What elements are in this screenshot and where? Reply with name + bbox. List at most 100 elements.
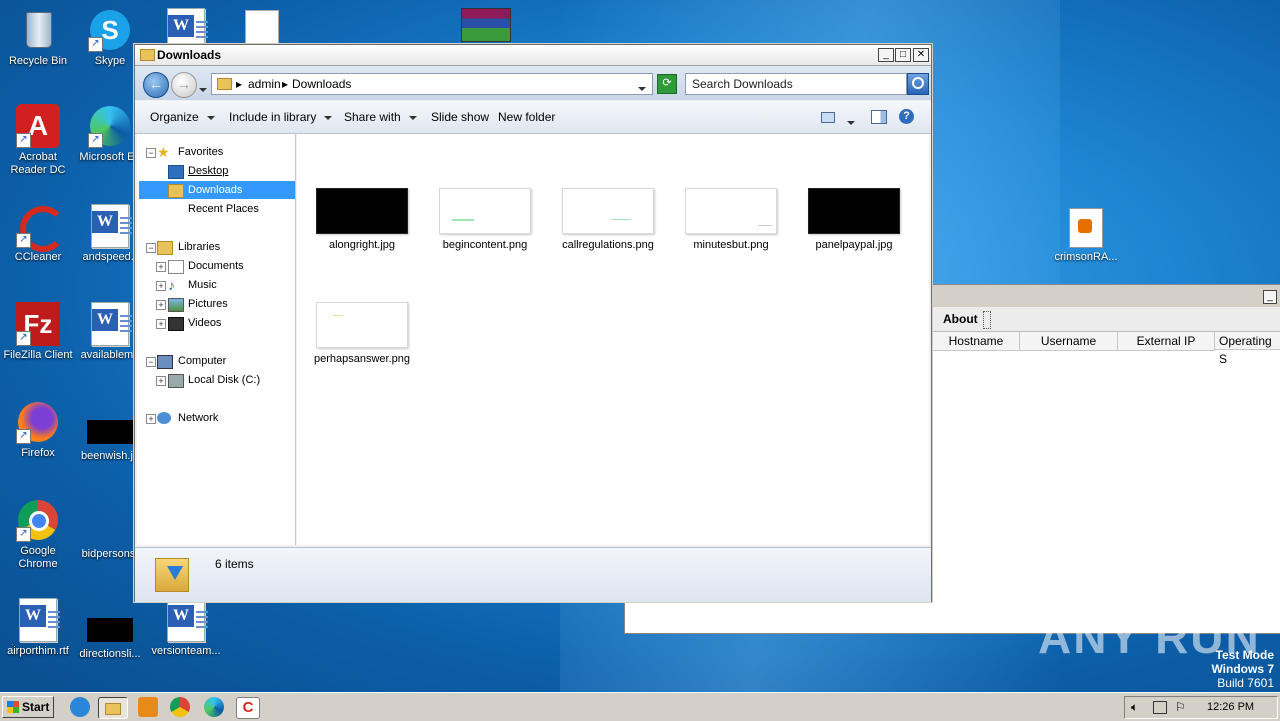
nav-computer[interactable]: Computer xyxy=(178,355,226,367)
column-hostname[interactable]: Hostname xyxy=(933,332,1020,351)
desktop-icon-label: airporthim.rtf xyxy=(7,645,69,657)
share-with-button[interactable]: Share with xyxy=(344,110,417,124)
change-view-icon[interactable] xyxy=(821,112,835,123)
tab-about[interactable]: About xyxy=(943,312,978,326)
forward-button[interactable]: → xyxy=(171,72,197,98)
desktop-icon-filezilla[interactable]: Fz ↗ FileZilla Client xyxy=(0,302,76,362)
preview-pane-icon[interactable] xyxy=(871,110,887,124)
nav-desktop[interactable]: Desktop xyxy=(188,165,228,177)
expand-music-icon[interactable]: + xyxy=(156,281,166,291)
nav-local-disk[interactable]: Local Disk (C:) xyxy=(188,374,260,386)
volume-icon[interactable]: 🔈︎ xyxy=(1131,700,1138,715)
nav-libraries[interactable]: Libraries xyxy=(178,241,220,253)
file-item[interactable]: minutesbut.png xyxy=(676,188,786,252)
search-placeholder: Search Downloads xyxy=(692,77,793,91)
file-item[interactable]: panelpaypal.jpg xyxy=(799,188,909,252)
expand-pictures-icon[interactable]: + xyxy=(156,300,166,310)
image-thumbnail-icon xyxy=(87,618,133,642)
maximize-button[interactable]: □ xyxy=(895,48,911,62)
downloads-folder-icon xyxy=(168,184,184,198)
explorer-taskbar-button[interactable] xyxy=(98,697,128,719)
search-input[interactable]: Search Downloads xyxy=(685,73,907,95)
collapse-libraries-icon[interactable]: − xyxy=(146,243,156,253)
breadcrumb-admin[interactable]: admin xyxy=(248,77,281,91)
nav-music[interactable]: Music xyxy=(188,279,217,291)
desktop-icon-directionsli[interactable]: directionsli... xyxy=(72,608,148,661)
nav-documents[interactable]: Documents xyxy=(188,260,244,272)
explorer-titlebar[interactable]: Downloads _ □ ✕ xyxy=(135,45,931,66)
expand-videos-icon[interactable]: + xyxy=(156,319,166,329)
desktop-icon-label: versionteam... xyxy=(151,645,221,657)
nav-recent-places[interactable]: Recent Places xyxy=(188,203,259,215)
app-tab-bar: About xyxy=(933,307,1280,332)
file-item[interactable]: perhapsanswer.png xyxy=(307,302,417,366)
edge-taskbar-icon[interactable] xyxy=(204,697,224,717)
desktop-icon-crimsonra[interactable]: crimsonRA... xyxy=(1048,208,1124,264)
internet-explorer-icon[interactable] xyxy=(70,697,90,717)
refresh-icon[interactable]: ⟳ xyxy=(657,74,677,94)
collapse-favorites-icon[interactable]: − xyxy=(146,148,156,158)
chrome-taskbar-icon[interactable] xyxy=(170,697,190,717)
explorer-window[interactable]: Downloads _ □ ✕ ← → ▸ admin ▸ Downloads … xyxy=(134,44,932,602)
address-bar[interactable]: ▸ admin ▸ Downloads xyxy=(211,73,653,95)
column-operating-system[interactable]: Operating S xyxy=(1215,332,1280,366)
nav-videos[interactable]: Videos xyxy=(188,317,221,329)
media-player-icon[interactable] xyxy=(138,697,158,717)
desktop-icon-firefox[interactable]: ↗ Firefox xyxy=(0,400,76,460)
slide-show-button[interactable]: Slide show xyxy=(431,110,489,124)
documents-icon xyxy=(168,260,184,274)
help-icon[interactable]: ? xyxy=(899,109,914,124)
minimize-button[interactable]: _ xyxy=(1263,290,1277,304)
breadcrumb-downloads[interactable]: Downloads xyxy=(292,77,351,91)
desktop-icon-winrar[interactable] xyxy=(448,8,524,45)
file-name: begincontent.png xyxy=(442,239,528,251)
column-username[interactable]: Username xyxy=(1020,332,1118,351)
libraries-icon xyxy=(157,241,173,255)
desktop-icon-airporthim[interactable]: W airporthim.rtf xyxy=(0,598,76,658)
chevron-down-icon[interactable] xyxy=(199,82,207,96)
flag-icon[interactable]: ⚐ xyxy=(1175,700,1186,714)
java-file-icon xyxy=(1069,208,1103,248)
file-list[interactable]: alongright.jpg begincontent.png callregu… xyxy=(297,134,929,545)
acrobat-icon: A ↗ xyxy=(16,104,60,148)
breadcrumb-separator-icon[interactable]: ▸ xyxy=(236,77,242,91)
nav-downloads[interactable]: Downloads xyxy=(188,184,242,196)
view-dropdown-icon[interactable] xyxy=(847,115,855,129)
minimize-button[interactable]: _ xyxy=(878,48,894,62)
expand-network-icon[interactable]: + xyxy=(146,414,156,424)
desktop-icon-acrobat[interactable]: A ↗ Acrobat Reader DC xyxy=(0,104,76,177)
network-icon xyxy=(157,412,171,424)
collapse-computer-icon[interactable]: − xyxy=(146,357,156,367)
expand-local-disk-icon[interactable]: + xyxy=(156,376,166,386)
file-item[interactable]: begincontent.png xyxy=(430,188,540,252)
breadcrumb-separator-icon[interactable]: ▸ xyxy=(282,77,288,91)
word-document-icon: W xyxy=(91,204,132,248)
expand-documents-icon[interactable]: + xyxy=(156,262,166,272)
new-folder-button[interactable]: New folder xyxy=(498,110,555,124)
file-item[interactable]: alongright.jpg xyxy=(307,188,417,252)
desktop-icon-top-word[interactable]: W xyxy=(148,8,224,49)
nav-network[interactable]: Network xyxy=(178,412,218,424)
include-in-library-button[interactable]: Include in library xyxy=(229,110,333,124)
ccleaner-taskbar-icon[interactable]: C xyxy=(236,697,260,719)
nav-favorites[interactable]: Favorites xyxy=(178,146,223,158)
nav-pictures[interactable]: Pictures xyxy=(188,298,228,310)
column-external-ip[interactable]: External IP xyxy=(1118,332,1215,351)
desktop-icon-recycle-bin[interactable]: Recycle Bin xyxy=(0,8,76,68)
navigation-pane[interactable]: − ★ Favorites Desktop Downloads Recent P… xyxy=(137,134,296,545)
file-item[interactable]: callregulations.png xyxy=(553,188,663,252)
clock[interactable]: 12:26 PM xyxy=(1207,701,1254,713)
organize-button[interactable]: Organize xyxy=(150,110,215,124)
start-button[interactable]: Start xyxy=(2,696,54,718)
search-icon[interactable] xyxy=(907,73,929,95)
close-button[interactable]: ✕ xyxy=(913,48,929,62)
computer-icon xyxy=(157,355,173,369)
desktop-icon-chrome[interactable]: ↗ Google Chrome xyxy=(0,498,76,571)
image-thumbnail-icon xyxy=(316,188,408,234)
network-tray-icon[interactable] xyxy=(1153,701,1167,714)
desktop-icon-ccleaner[interactable]: ↗ CCleaner xyxy=(0,204,76,264)
back-button[interactable]: ← xyxy=(143,72,169,98)
drag-handle-icon[interactable] xyxy=(983,311,991,329)
desktop-icon-versionteam[interactable]: W versionteam... xyxy=(148,598,224,658)
address-dropdown-icon[interactable] xyxy=(638,81,646,95)
